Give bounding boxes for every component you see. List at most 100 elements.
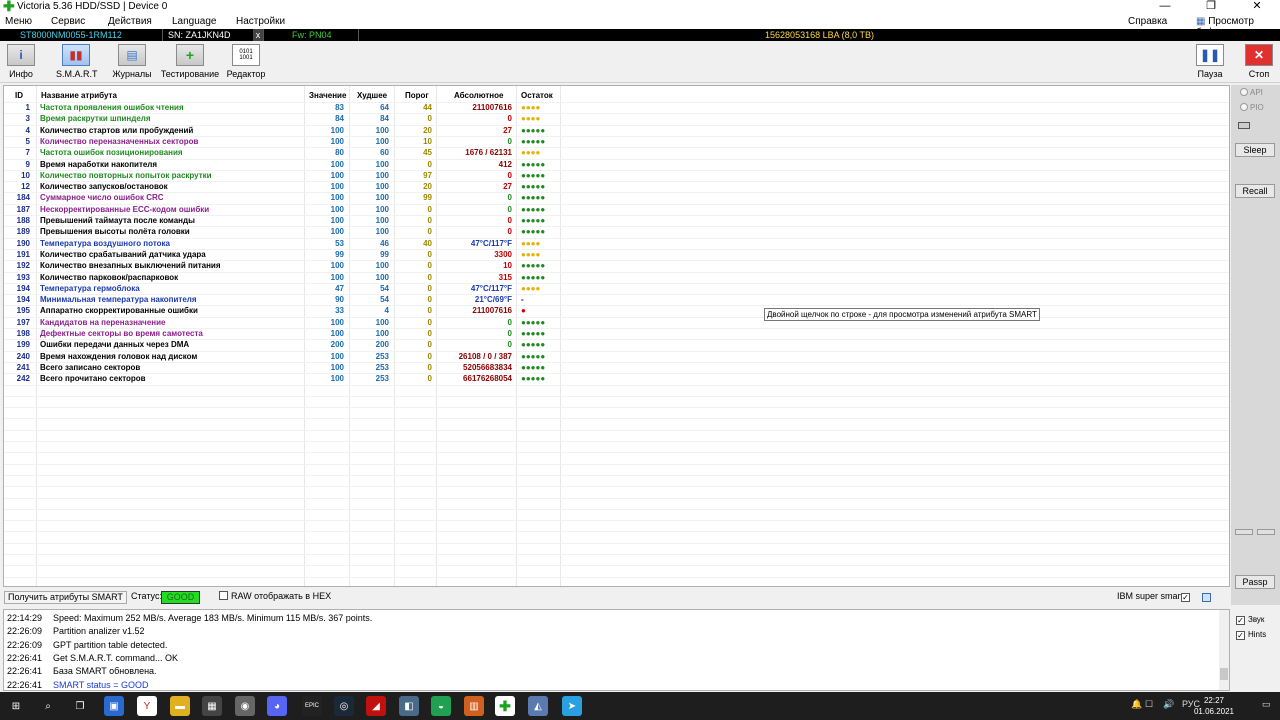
clock[interactable]: 22:27 01.06.2021 xyxy=(1194,695,1234,717)
attr-remaining: ●●●●● xyxy=(521,374,546,384)
table-row[interactable]: 3 Время раскрутки шпинделя 84 84 0 0 ●●●● xyxy=(4,114,564,125)
close-button[interactable]: ✕ xyxy=(1234,0,1280,14)
menu-item-actions[interactable]: Действия xyxy=(108,16,152,27)
app-icon-1[interactable]: ▣ xyxy=(104,696,124,716)
table-row[interactable]: 10 Количество повторных попыток раскрутки… xyxy=(4,171,564,182)
device-close-button[interactable]: x xyxy=(253,29,263,41)
table-row[interactable]: 192 Количество внезапных выключений питан… xyxy=(4,261,564,272)
log-scrollbar[interactable] xyxy=(1219,610,1229,690)
menu-item-help[interactable]: Справка xyxy=(1128,16,1167,27)
file-explorer-icon[interactable]: ▬ xyxy=(170,696,190,716)
table-row[interactable]: 198 Дефектные секторы во время самотеста 1… xyxy=(4,329,564,340)
steam-icon[interactable]: ◎ xyxy=(334,696,354,716)
network-icon[interactable]: ☐ xyxy=(1145,699,1153,710)
attr-id: 1 xyxy=(25,103,30,112)
col-header-raw[interactable]: Абсолютное xyxy=(454,91,503,100)
menu-item-menu[interactable]: Меню xyxy=(5,16,32,27)
app-icon-5[interactable]: ◭ xyxy=(528,696,548,716)
table-row[interactable]: 193 Количество парковок/распарковок 100 100… xyxy=(4,273,564,284)
recall-button[interactable]: Recall xyxy=(1235,184,1275,198)
table-row[interactable]: 9 Время наработки накопителя 100 100 0 412 ●●●… xyxy=(4,160,564,171)
windows-start-icon[interactable]: ⊞ xyxy=(6,696,26,716)
attr-id: 191 xyxy=(16,249,30,259)
table-row[interactable]: 194 Минимальная температура накопителя 90 5… xyxy=(4,295,564,306)
attr-value: 100 xyxy=(330,362,344,372)
table-row[interactable]: 189 Превышения высоты полёта головки 100 10… xyxy=(4,227,564,238)
attr-worst: 4 xyxy=(384,306,389,316)
get-smart-button[interactable]: Получить атрибуты SMART xyxy=(4,591,127,604)
search-icon[interactable]: ⌕ xyxy=(38,696,58,716)
table-row[interactable]: 187 Нескорректированные ECC-кодом ошибки 1… xyxy=(4,205,564,216)
table-row[interactable]: 195 Аппаратно скорректированные ошибки 33 4… xyxy=(4,306,564,317)
table-row[interactable]: 188 Превышений таймаута после команды 100 1… xyxy=(4,216,564,227)
logs-button[interactable]: ▤ Журналы xyxy=(112,44,152,79)
amd-icon[interactable]: ◢ xyxy=(366,696,386,716)
col-header-worst[interactable]: Худшее xyxy=(357,91,387,100)
attr-threshold: 0 xyxy=(427,340,432,350)
col-header-id[interactable]: ID xyxy=(15,91,23,100)
pause-button[interactable]: ❚❚ Пауза xyxy=(1196,44,1224,79)
attr-id: 190 xyxy=(16,238,30,248)
volume-icon[interactable]: 🔊 xyxy=(1163,699,1174,710)
ibm-super-smart-checkbox[interactable]: ✓ xyxy=(1181,591,1193,604)
menu-item-service[interactable]: Сервис xyxy=(51,16,85,27)
table-row[interactable]: 242 Всего прочитано секторов 100 253 0 661762… xyxy=(4,374,564,385)
testing-button[interactable]: + Тестирование xyxy=(160,44,220,79)
radio-circle-icon xyxy=(1240,103,1248,111)
app-icon-2[interactable]: ◉ xyxy=(235,696,255,716)
pio-radio[interactable]: PIO xyxy=(1240,103,1264,112)
small-button-2[interactable] xyxy=(1257,529,1275,535)
menu-item-settings[interactable]: Настройки xyxy=(236,16,285,27)
col-header-value[interactable]: Значение xyxy=(309,91,346,100)
table-row[interactable]: 190 Температура воздушного потока 53 46 40 47… xyxy=(4,239,564,250)
yandex-browser-icon[interactable]: Y xyxy=(137,696,157,716)
action-center-icon[interactable]: ▭ xyxy=(1262,699,1271,710)
table-row[interactable]: 199 Ошибки передачи данных через DMA 200 20… xyxy=(4,340,564,351)
small-button-1[interactable] xyxy=(1235,529,1253,535)
discord-icon[interactable]: ◕ xyxy=(267,696,287,716)
task-view-icon[interactable]: ❐ xyxy=(70,696,90,716)
info-button[interactable]: i Инфо xyxy=(7,44,35,79)
hints-checkbox[interactable]: ✓ Hints xyxy=(1236,630,1266,640)
epic-games-icon[interactable]: EPIC xyxy=(302,696,322,716)
app-icon-4[interactable]: ◒ xyxy=(431,696,451,716)
victoria-taskbar-icon[interactable]: ✚ xyxy=(495,696,515,716)
log-scroll-thumb[interactable] xyxy=(1220,668,1228,680)
table-row[interactable]: 7 Частота ошибок позиционирования 80 60 45 16… xyxy=(4,148,564,159)
api-radio[interactable]: API xyxy=(1240,88,1263,97)
editor-button[interactable]: 0101 1001 Редактор xyxy=(226,44,266,79)
stop-button[interactable]: ✕ Стоп xyxy=(1245,44,1273,79)
table-row[interactable]: 1 Частота проявления ошибок чтения 83 64 44 2… xyxy=(4,103,564,114)
table-row[interactable]: 5 Количество переназначенных секторов 100 1… xyxy=(4,137,564,148)
sound-checkbox[interactable]: ✓ Звук xyxy=(1236,615,1264,625)
raw-hex-label: RAW отображать в HEX xyxy=(231,591,332,601)
table-row[interactable]: 4 Количество стартов или пробуждений 100 10… xyxy=(4,126,564,137)
col-header-remaining[interactable]: Остаток xyxy=(521,91,553,100)
maximize-button[interactable]: ❐ xyxy=(1188,0,1234,14)
app-icon: ✚ xyxy=(3,0,15,14)
table-row[interactable]: 241 Всего записано секторов 100 253 0 5205668… xyxy=(4,363,564,374)
attr-threshold: 0 xyxy=(427,204,432,214)
smart-button[interactable]: ▮▮ S.M.A.R.T xyxy=(56,44,98,79)
logs-button-label: Журналы xyxy=(112,69,152,79)
table-row[interactable]: 240 Время нахождения головок над диском 10… xyxy=(4,352,564,363)
attr-threshold: 0 xyxy=(427,329,432,338)
sleep-button[interactable]: Sleep xyxy=(1235,143,1275,157)
telegram-icon[interactable]: ➤ xyxy=(562,696,582,716)
app-icon-3[interactable]: ◧ xyxy=(399,696,419,716)
minimize-button[interactable]: — xyxy=(1142,0,1188,14)
passp-button[interactable]: Passp xyxy=(1235,575,1275,589)
notification-icon[interactable]: 🔔 xyxy=(1131,699,1142,710)
col-header-name[interactable]: Название атрибута xyxy=(41,91,117,100)
table-row[interactable]: 194 Температура гермоблока 47 54 0 47°C/117°F… xyxy=(4,284,564,295)
menu-item-language[interactable]: Language xyxy=(172,16,217,27)
table-row[interactable]: 197 Кандидатов на переназначение 100 100 0 0 ●… xyxy=(4,318,564,329)
col-header-threshold[interactable]: Порог xyxy=(405,91,429,100)
raw-hex-checkbox[interactable]: RAW отображать в HEX xyxy=(219,591,331,604)
store-icon[interactable]: ▦ xyxy=(202,696,222,716)
table-row[interactable]: 12 Количество запусков/остановок 100 100 20 2… xyxy=(4,182,564,193)
table-row[interactable]: 191 Количество срабатываний датчика удара… xyxy=(4,250,564,261)
log-message: База SMART обновлена. xyxy=(53,666,157,677)
table-row[interactable]: 184 Суммарное число ошибок CRC 100 100 99 0 ●●… xyxy=(4,193,564,204)
winrar-icon[interactable]: ▥ xyxy=(464,696,484,716)
